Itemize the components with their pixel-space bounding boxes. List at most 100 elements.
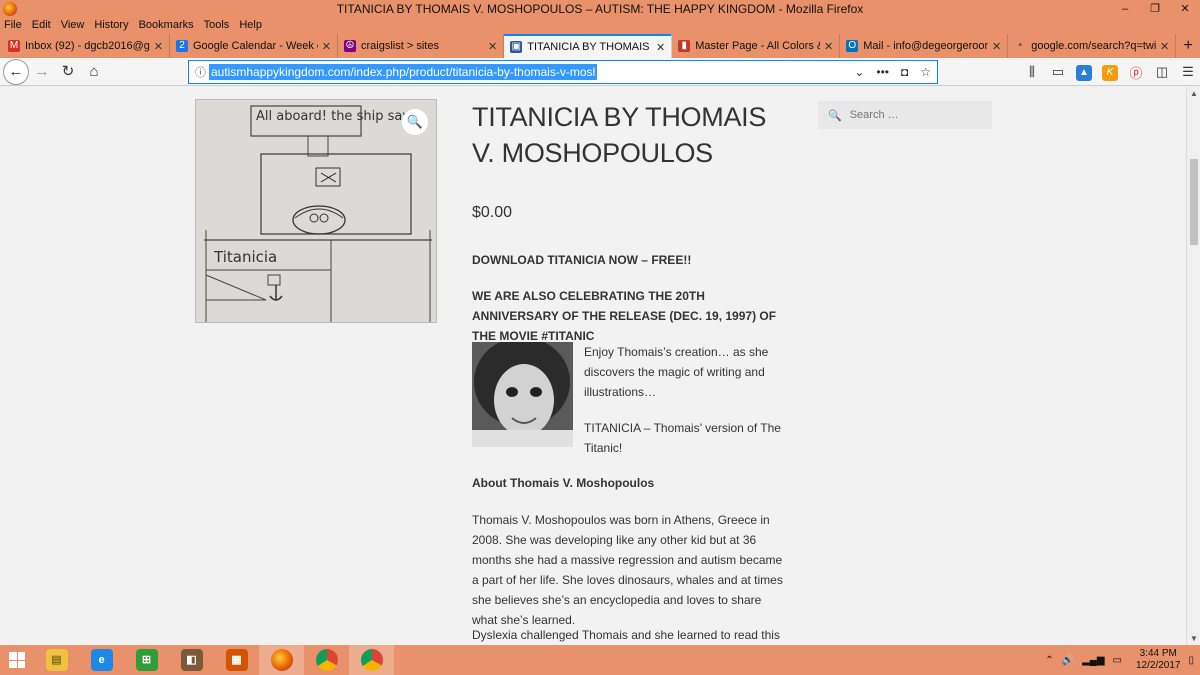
menu-view[interactable]: View (61, 18, 85, 32)
site-info-icon[interactable]: ⓘ (195, 64, 209, 80)
menu-history[interactable]: History (94, 18, 128, 32)
taskbar-clock[interactable]: 3:44 PM 12/2/2017 (1136, 648, 1181, 672)
url-input[interactable] (209, 64, 597, 80)
minimize-button[interactable]: – (1110, 0, 1140, 18)
tab-google-calendar[interactable]: 2 Google Calendar - Week of Dec ✕ (170, 34, 338, 58)
title-bar: TITANICIA BY THOMAIS V. MOSHOPOULOS – AU… (0, 0, 1200, 18)
dyslexia-text: Dyslexia challenged Thomais and she lear… (472, 628, 780, 642)
tab-close-icon[interactable]: ✕ (154, 40, 163, 53)
author-photo (472, 342, 573, 447)
product-image[interactable]: All aboard! the ship says. Titanicia (195, 99, 437, 323)
taskbar-firefox[interactable] (259, 645, 304, 675)
outlook-icon: O (846, 40, 859, 52)
sidebar-search[interactable]: 🔍 (818, 101, 992, 129)
product-title: TITANICIA BY THOMAIS V. MOSHOPOULOS (472, 102, 767, 168)
windows-logo-icon (9, 652, 25, 668)
gmail-icon: M (8, 40, 20, 52)
tab-close-icon[interactable]: ✕ (322, 40, 331, 53)
tab-close-icon[interactable]: ✕ (656, 41, 665, 54)
dot-icon: • (1018, 40, 1023, 51)
maximize-button[interactable]: ❐ (1140, 0, 1170, 18)
tab-craigslist[interactable]: ☮ craigslist > sites ✕ (338, 34, 505, 58)
menu-tools[interactable]: Tools (204, 18, 230, 32)
taskbar-internet-explorer[interactable]: e (79, 645, 124, 675)
tab-label: TITANICIA BY THOMAIS V. MO (527, 41, 652, 53)
reload-icon[interactable]: ↻ (55, 60, 81, 84)
chrome-icon (360, 649, 383, 671)
tab-titanicia[interactable]: ▣ TITANICIA BY THOMAIS V. MO ✕ (504, 34, 673, 58)
taskbar-chrome[interactable] (304, 645, 349, 675)
taskbar-paint[interactable]: ▦ (214, 645, 259, 675)
bookmark-star-icon[interactable]: ☆ (920, 65, 931, 79)
tab-outlook-mail[interactable]: O Mail - info@degeorgeroomimp ✕ (840, 34, 1009, 58)
taskbar-file-explorer[interactable]: ▤ (34, 645, 79, 675)
taskbar-store[interactable]: ⊞ (124, 645, 169, 675)
paint-icon: ▦ (225, 649, 248, 671)
menu-file[interactable]: File (4, 18, 22, 32)
drawing-ship-name: Titanicia (213, 248, 277, 266)
extension-orange-icon[interactable]: K (1102, 63, 1118, 81)
url-bar[interactable]: ⓘ ⌄ ••• ◘ ☆ (188, 60, 938, 84)
start-button[interactable] (0, 645, 34, 675)
library-icon[interactable]: ⫼ (1024, 64, 1040, 80)
scrollbar-thumb[interactable] (1190, 159, 1198, 245)
page-actions-icon[interactable]: ••• (876, 65, 889, 79)
tab-close-icon[interactable]: ✕ (992, 40, 1001, 53)
search-icon: 🔍 (828, 109, 842, 122)
photo-caption-1: Enjoy Thomais’s creation… as she discove… (584, 345, 769, 399)
photo-caption-2: TITANICIA – Thomais’ version of The Tita… (584, 421, 781, 455)
back-arrow-icon[interactable]: ← (3, 58, 29, 85)
window-controls: – ❐ ✕ (1110, 0, 1200, 18)
sidebar-icon[interactable]: ◫ (1154, 64, 1170, 80)
search-input[interactable] (849, 109, 980, 121)
page-scrollbar[interactable]: ▲ ▼ (1186, 87, 1200, 645)
menu-edit[interactable]: Edit (32, 18, 51, 32)
hamburger-menu-icon[interactable]: ☰ (1180, 64, 1196, 80)
about-text: Thomais V. Moshopoulos was born in Athen… (472, 513, 783, 627)
menu-bar: File Edit View History Bookmarks Tools H… (0, 18, 1200, 32)
forward-arrow-icon[interactable]: → (29, 60, 55, 84)
menu-bookmarks[interactable]: Bookmarks (139, 18, 194, 32)
extension-blue-icon[interactable]: ▲ (1076, 63, 1092, 81)
dropdown-chevron-icon[interactable]: ⌄ (854, 65, 864, 79)
tab-gmail[interactable]: M Inbox (92) - dgcb2016@gmail.c ✕ (2, 34, 170, 58)
pinterest-icon[interactable]: ⓟ (1128, 63, 1144, 82)
windows-taskbar: ▤ e ⊞ ◧ ▦ ⌃ 🔊 ▂▄▆ ▭ 3:44 PM 12/2/2017 ▯ (0, 645, 1200, 675)
tab-label: Google Calendar - Week of Dec (193, 40, 318, 52)
menu-help[interactable]: Help (239, 18, 262, 32)
volume-icon[interactable]: 🔊 (1062, 655, 1074, 666)
tab-label: Mail - info@degeorgeroomimp (863, 40, 988, 52)
media-icon: ◧ (180, 649, 203, 671)
tray-chevron-icon[interactable]: ⌃ (1045, 655, 1053, 666)
navigation-bar: ← → ↻ ⌂ ⓘ ⌄ ••• ◘ ☆ ⫼ ▭ ▲ K ⓟ ◫ ☰ (0, 58, 1200, 86)
tab-google-search[interactable]: • google.com/search?q=twitter+ ✕ (1008, 34, 1177, 58)
toolbar-right: ⫼ ▭ ▲ K ⓟ ◫ ☰ (1024, 58, 1196, 86)
firefox-icon (270, 649, 293, 671)
tab-label: craigslist > sites (361, 40, 439, 52)
tab-close-icon[interactable]: ✕ (488, 40, 497, 53)
page-content: All aboard! the ship says. Titanicia 🔍 T… (0, 87, 1186, 645)
new-tab-plus-icon[interactable]: + (1176, 34, 1200, 58)
tab-label: google.com/search?q=twitter+ (1031, 40, 1157, 52)
download-text: DOWNLOAD TITANICIA NOW – FREE!! (472, 253, 692, 267)
tab-close-icon[interactable]: ✕ (824, 40, 833, 53)
taskbar-media[interactable]: ◧ (169, 645, 214, 675)
scroll-up-icon[interactable]: ▲ (1187, 89, 1200, 98)
window-title: TITANICIA BY THOMAIS V. MOSHOPOULOS – AU… (336, 2, 864, 16)
scroll-down-icon[interactable]: ▼ (1187, 634, 1200, 643)
magnifier-zoom-icon[interactable]: 🔍 (402, 109, 428, 135)
tab-master-page[interactable]: ▮ Master Page - All Colors &amp; ✕ (672, 34, 841, 58)
close-button[interactable]: ✕ (1170, 0, 1200, 18)
pocket-icon[interactable]: ◘ (901, 65, 908, 79)
clock-date: 12/2/2017 (1135, 660, 1181, 671)
taskbar-chrome-2[interactable] (349, 645, 394, 675)
sync-icon[interactable]: ▭ (1050, 64, 1066, 80)
network-signal-icon[interactable]: ▂▄▆ (1082, 655, 1104, 666)
bookmark-icon: ▮ (678, 40, 691, 52)
tab-label: Master Page - All Colors &amp; (695, 40, 820, 52)
notification-icon[interactable]: ▭ (1113, 655, 1122, 666)
tab-close-icon[interactable]: ✕ (1160, 40, 1169, 53)
tab-strip: M Inbox (92) - dgcb2016@gmail.c ✕ 2 Goog… (0, 32, 1200, 58)
home-icon[interactable]: ⌂ (81, 60, 107, 84)
action-center-icon[interactable]: ▯ (1188, 655, 1194, 666)
